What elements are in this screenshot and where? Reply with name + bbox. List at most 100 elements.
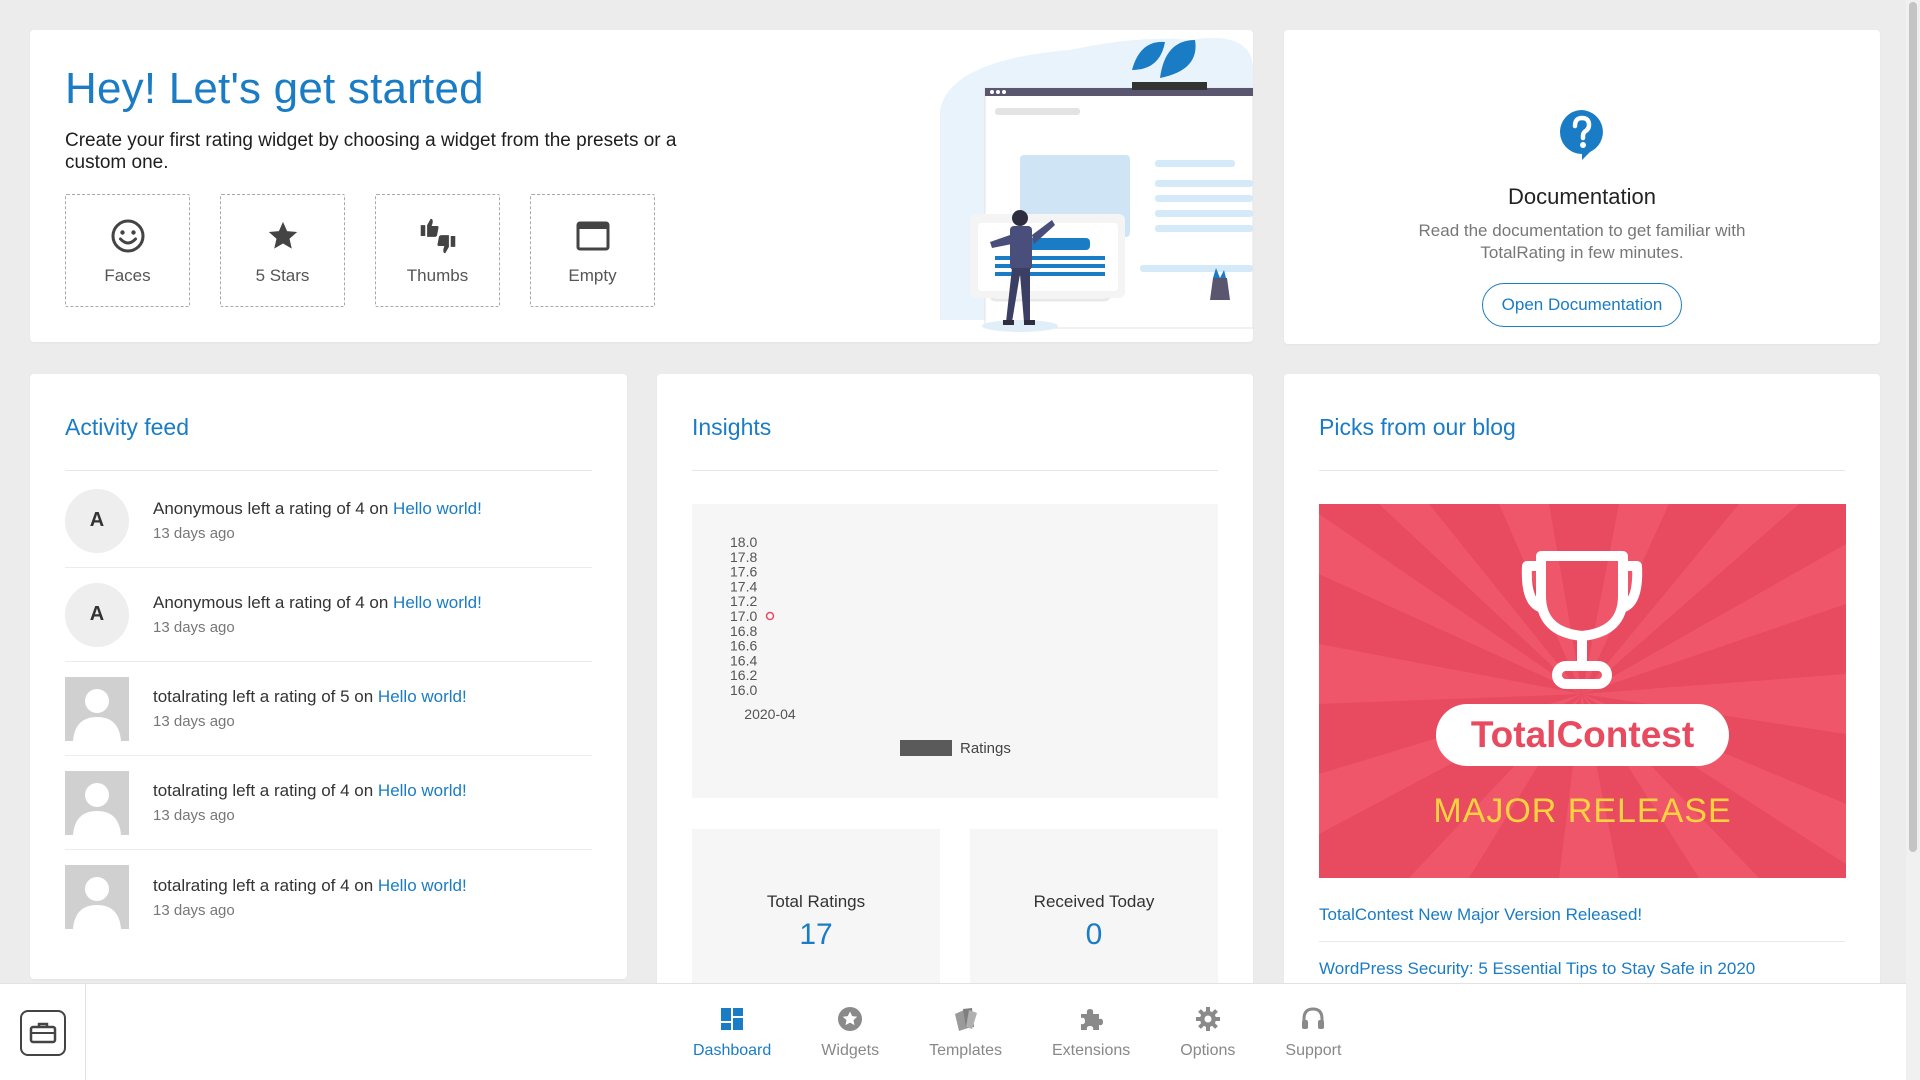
user-avatar-icon bbox=[65, 865, 129, 929]
y-tick-label: 16.8 bbox=[730, 623, 757, 639]
activity-item: totalrating left a rating of 4 on Hello … bbox=[65, 756, 592, 850]
stat-value: 0 bbox=[1085, 918, 1103, 951]
stat-label: Received Today bbox=[1033, 892, 1155, 911]
data-point bbox=[765, 611, 775, 621]
nav-label: Templates bbox=[929, 1042, 1002, 1059]
activity-text: Anonymous left a rating of 4 on bbox=[153, 593, 394, 612]
stat-value: 17 bbox=[799, 918, 833, 951]
activity-text: totalrating left a rating of 4 on bbox=[153, 781, 378, 800]
divider bbox=[65, 470, 592, 471]
post-link[interactable]: Hello world! bbox=[393, 499, 482, 518]
thumbs-icon bbox=[418, 216, 458, 256]
ratings-chart-svg: 18.017.817.617.417.217.016.816.616.416.2… bbox=[730, 534, 1011, 757]
headphones-icon bbox=[1299, 1005, 1327, 1033]
templates-icon bbox=[952, 1005, 980, 1033]
app-logo[interactable] bbox=[0, 984, 86, 1080]
post-link[interactable]: Hello world! bbox=[393, 593, 482, 612]
preset-label: Empty bbox=[568, 265, 617, 285]
widgets-star-icon bbox=[836, 1005, 864, 1033]
divider bbox=[692, 470, 1218, 471]
activity-item: totalrating left a rating of 4 on Hello … bbox=[65, 850, 592, 944]
blog-post-list: TotalContest New Major Version Released!… bbox=[1319, 888, 1845, 994]
activity-time: 13 days ago bbox=[153, 713, 235, 730]
received-today-stat: Received Today 0 bbox=[970, 829, 1218, 994]
banner-tagline: MAJOR RELEASE bbox=[1433, 792, 1732, 830]
insights-card: Insights 18.0 17.8 17.6 17.4 17.2 17.0 16.8 16.… bbox=[657, 374, 1253, 994]
documentation-description: Read the documentation to get familiar w… bbox=[1418, 221, 1746, 262]
activity-time: 13 days ago bbox=[153, 525, 235, 542]
hero-illustration bbox=[940, 38, 1253, 332]
gear-icon bbox=[1194, 1005, 1222, 1033]
documentation-card: Documentation Read the documentation to … bbox=[1284, 30, 1880, 344]
nav-support[interactable]: Support bbox=[1260, 984, 1366, 1080]
post-link[interactable]: Hello world! bbox=[378, 781, 467, 800]
blog-post-link[interactable]: WordPress Security: 5 Essential Tips to … bbox=[1319, 959, 1755, 979]
blog-banner-image[interactable]: TotalContest MAJOR RELEASE bbox=[1319, 504, 1846, 878]
y-tick-label: 16.0 bbox=[730, 682, 757, 698]
user-avatar-icon bbox=[65, 676, 129, 741]
briefcase-icon bbox=[19, 1009, 66, 1056]
stat-label: Total Ratings bbox=[766, 892, 866, 911]
preset-thumbs-button[interactable]: Thumbs bbox=[375, 194, 500, 307]
question-icon bbox=[1560, 110, 1603, 160]
page-scrollbar[interactable] bbox=[1906, 0, 1920, 1080]
activity-item: totalrating left a rating of 5 on Hello … bbox=[65, 662, 592, 756]
activity-time: 13 days ago bbox=[153, 901, 235, 919]
user-avatar-icon bbox=[65, 770, 129, 835]
y-tick-label: 17.2 bbox=[730, 593, 757, 609]
nav-templates[interactable]: Templates bbox=[904, 984, 1027, 1080]
activity-text: totalrating left a rating of 5 on bbox=[153, 687, 378, 706]
legend-swatch bbox=[900, 740, 952, 756]
puzzle-icon bbox=[1077, 1005, 1105, 1033]
post-link[interactable]: Hello world! bbox=[378, 687, 467, 706]
blog-post-item: TotalContest New Major Version Released! bbox=[1319, 888, 1845, 942]
insights-title: Insights bbox=[692, 414, 772, 440]
nav-dashboard[interactable]: Dashboard bbox=[668, 984, 796, 1080]
y-tick-label: 17.6 bbox=[730, 564, 757, 580]
main-nav: Dashboard Widgets Templates Extensions O… bbox=[668, 984, 1366, 1080]
nav-extensions[interactable]: Extensions bbox=[1027, 984, 1155, 1080]
y-tick-label: 18.0 bbox=[730, 534, 757, 550]
nav-label: Options bbox=[1180, 1042, 1236, 1059]
preset-empty-button[interactable]: Empty bbox=[530, 194, 655, 307]
documentation-title: Documentation bbox=[1508, 184, 1656, 209]
star-icon bbox=[263, 216, 303, 256]
x-tick-label: 2020-04 bbox=[744, 706, 796, 722]
preset-list: Faces 5 Stars Thumbs Empty bbox=[65, 194, 655, 307]
preset-label: 5 Stars bbox=[255, 265, 310, 285]
avatar: A bbox=[65, 582, 129, 647]
scrollbar-thumb[interactable] bbox=[1909, 2, 1917, 852]
y-tick-label: 17.4 bbox=[730, 578, 757, 594]
nav-options[interactable]: Options bbox=[1155, 984, 1260, 1080]
getting-started-card: Hey! Let's get started Create your first… bbox=[30, 30, 1253, 342]
y-tick-label: 17.0 bbox=[730, 608, 757, 624]
smiley-face-icon bbox=[108, 216, 148, 256]
activity-text: totalrating left a rating of 4 on bbox=[153, 875, 378, 895]
hero-subtitle: Create your first rating widget by choos… bbox=[65, 130, 677, 173]
nav-label: Widgets bbox=[821, 1042, 880, 1059]
dashboard-icon bbox=[718, 1005, 746, 1033]
window-icon bbox=[573, 216, 613, 256]
activity-item: A Anonymous left a rating of 4 on Hello … bbox=[65, 474, 592, 568]
preset-5-stars-button[interactable]: 5 Stars bbox=[220, 194, 345, 307]
total-ratings-stat: Total Ratings 17 bbox=[692, 829, 940, 994]
activity-time: 13 days ago bbox=[153, 619, 235, 636]
y-tick-label: 17.8 bbox=[730, 549, 757, 565]
activity-text: Anonymous left a rating of 4 on bbox=[153, 499, 394, 518]
activity-list: A Anonymous left a rating of 4 on Hello … bbox=[65, 474, 592, 944]
open-documentation-button[interactable]: Open Documentation bbox=[1482, 283, 1682, 327]
preset-faces-button[interactable]: Faces bbox=[65, 194, 190, 307]
nav-label: Extensions bbox=[1052, 1042, 1131, 1059]
legend-label: Ratings bbox=[960, 740, 1011, 757]
avatar: A bbox=[65, 488, 129, 553]
ratings-chart: 18.0 17.8 17.6 17.4 17.2 17.0 16.8 16.6 16.4 16.2… bbox=[692, 504, 1218, 798]
bottom-navigation-bar: Dashboard Widgets Templates Extensions O… bbox=[0, 983, 1920, 1080]
nav-label: Dashboard bbox=[693, 1042, 772, 1059]
preset-label: Faces bbox=[104, 265, 151, 285]
blog-post-link[interactable]: TotalContest New Major Version Released! bbox=[1319, 905, 1642, 925]
blog-card: Picks from our blog TotalContest MAJOR R… bbox=[1284, 374, 1880, 994]
divider bbox=[1319, 470, 1845, 471]
blog-title: Picks from our blog bbox=[1319, 414, 1516, 440]
post-link[interactable]: Hello world! bbox=[378, 876, 467, 895]
nav-widgets[interactable]: Widgets bbox=[796, 984, 904, 1080]
